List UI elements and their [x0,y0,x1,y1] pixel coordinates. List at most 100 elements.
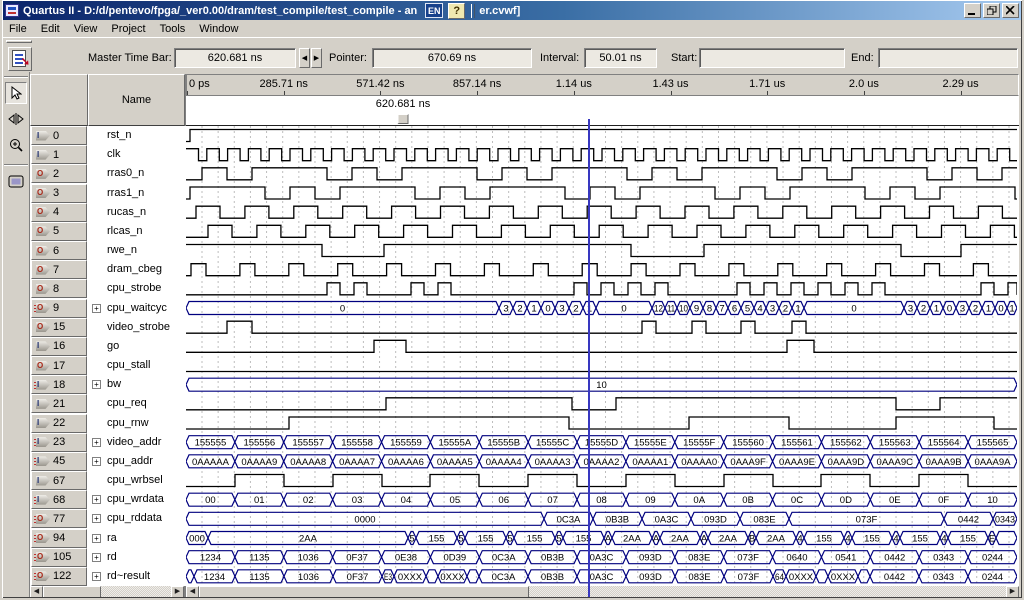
signal-number-button[interactable]: I16 [31,337,87,356]
signal-number-button[interactable]: O17 [31,356,87,375]
signal-number-button[interactable]: O2 [31,164,87,183]
expand-plus-icon[interactable]: + [92,534,101,543]
signal-number: 22 [53,417,65,429]
waveform-hscrollbar[interactable]: ◀ ▶ [186,586,1019,598]
time-ruler[interactable]: 0 ps285.71 ns571.42 ns857.14 ns1.14 us1.… [186,74,1019,96]
menu-window[interactable]: Window [192,22,245,36]
signal-number-button[interactable]: I68 [31,490,87,509]
selection-tool-button[interactable] [5,82,27,104]
header-number-column[interactable] [30,74,88,126]
signal-row-cpu_rddata[interactable]: O77+cpu_rddata [30,509,186,528]
signal-number-button[interactable]: O3 [31,184,87,203]
help-icon[interactable]: ? [448,3,465,19]
signal-row-rlcas_n[interactable]: O5rlcas_n [30,222,186,241]
zoom-tool-button[interactable] [5,134,27,156]
signal-row-cpu_wrbsel[interactable]: I67cpu_wrbsel [30,471,186,490]
time-bar-band[interactable]: 620.681 ns [186,96,1019,126]
scroll-right-icon[interactable]: ▶ [171,586,184,598]
signal-row-rwe_n[interactable]: O6rwe_n [30,241,186,260]
signal-number-button[interactable]: I1 [31,145,87,164]
bus-value: 0AAAA7 [339,457,375,468]
signal-row-cpu_req[interactable]: I21cpu_req [30,394,186,413]
name-panel-hscrollbar[interactable]: ◀ ▶ [30,586,184,598]
scroll-thumb[interactable] [43,586,101,598]
menu-view[interactable]: View [67,22,105,36]
signal-row-rst_n[interactable]: I0rst_n [30,126,186,145]
signal-row-cpu_waitcyc[interactable]: O9+cpu_waitcyc [30,299,186,318]
time-bar-next-button[interactable]: ▶ [311,48,322,68]
signal-number-button[interactable]: I0 [31,126,87,145]
menu-tools[interactable]: Tools [153,22,193,36]
close-button[interactable] [1002,3,1019,18]
signal-row-cpu_wrdata[interactable]: I68+cpu_wrdata [30,490,186,509]
signal-number-button[interactable]: O15 [31,318,87,337]
language-indicator[interactable]: EN [425,3,443,18]
signal-number-button[interactable]: O9 [31,299,87,318]
output-pin-icon: O [34,226,50,236]
signal-number-button[interactable]: O105 [31,548,87,567]
scroll-left-icon[interactable]: ◀ [186,586,199,598]
time-bar-prev-button[interactable]: ◀ [299,48,310,68]
toolbar-grip-handle[interactable] [6,40,32,43]
signal-number-button[interactable]: O94 [31,529,87,548]
signal-row-go[interactable]: I16go [30,337,186,356]
signal-number-button[interactable]: O6 [31,241,87,260]
expand-plus-icon[interactable]: + [92,495,101,504]
menu-edit[interactable]: Edit [34,22,67,36]
master-time-bar-line[interactable] [588,119,590,600]
expand-plus-icon[interactable]: + [92,553,101,562]
signal-row-cpu_stall[interactable]: O17cpu_stall [30,356,186,375]
signal-number-button[interactable]: O122 [31,567,87,586]
signal-number-button[interactable]: I18 [31,375,87,394]
expand-plus-icon[interactable]: + [92,304,101,313]
signal-row-rras0_n[interactable]: O2rras0_n [30,164,186,183]
signal-number-button[interactable]: I22 [31,414,87,433]
toolbar-grip[interactable] [471,4,475,18]
signal-number-button[interactable]: I23 [31,433,87,452]
signal-number-button[interactable]: I45 [31,452,87,471]
waveform-edit-tool-button[interactable] [5,108,27,130]
scroll-left-icon[interactable]: ◀ [30,586,43,598]
scroll-right-icon[interactable]: ▶ [1006,586,1019,598]
output-pin-icon: O [34,207,50,217]
signal-number-button[interactable]: O7 [31,260,87,279]
signal-row-clk[interactable]: I1clk [30,145,186,164]
header-name-column[interactable]: Name [88,74,185,126]
expand-plus-icon[interactable]: + [92,514,101,523]
signal-number-button[interactable]: O5 [31,222,87,241]
expand-plus-icon[interactable]: + [92,572,101,581]
signal-row-video_addr[interactable]: I23+video_addr [30,433,186,452]
full-screen-tool-button[interactable] [5,170,27,192]
waveform-editor-icon[interactable]: ➘ [8,47,32,71]
scroll-thumb[interactable] [199,586,529,598]
signal-row-cpu_addr[interactable]: I45+cpu_addr [30,452,186,471]
signal-number-button[interactable]: O4 [31,203,87,222]
signal-number-button[interactable]: I21 [31,394,87,413]
signal-row-rras1_n[interactable]: O3rras1_n [30,184,186,203]
signal-number-button[interactable]: O77 [31,509,87,528]
signal-number-button[interactable]: I67 [31,471,87,490]
bus-value: 4 [941,534,946,545]
bus-value: 0AAA9D [828,457,865,468]
signal-row-cpu_rnw[interactable]: I22cpu_rnw [30,414,186,433]
signal-row-rd[interactable]: O105+rd [30,548,186,567]
signal-row-rucas_n[interactable]: O4rucas_n [30,203,186,222]
master-time-bar-value[interactable]: 620.681 ns [174,48,296,68]
expand-plus-icon[interactable]: + [92,380,101,389]
signal-row-rd~result[interactable]: O122+rd~result [30,567,186,586]
signal-row-ra[interactable]: O94+ra [30,529,186,548]
signal-row-dram_cbeg[interactable]: O7dram_cbeg [30,260,186,279]
signal-number-button[interactable]: O8 [31,279,87,298]
expand-plus-icon[interactable]: + [92,438,101,447]
waveform-display[interactable]: 0321032101211109876543210321032101101555… [186,126,1019,586]
ruler-tick-label: 0 ps [189,78,210,90]
signal-row-bw[interactable]: I18+bw [30,375,186,394]
expand-plus-icon[interactable]: + [92,457,101,466]
menu-file[interactable]: File [2,22,34,36]
restore-button[interactable] [983,3,1000,18]
master-time-marker-handle[interactable] [398,114,409,124]
minimize-button[interactable] [964,3,981,18]
signal-row-cpu_strobe[interactable]: O8cpu_strobe [30,279,186,298]
menu-project[interactable]: Project [104,22,152,36]
signal-row-video_strobe[interactable]: O15video_strobe [30,318,186,337]
